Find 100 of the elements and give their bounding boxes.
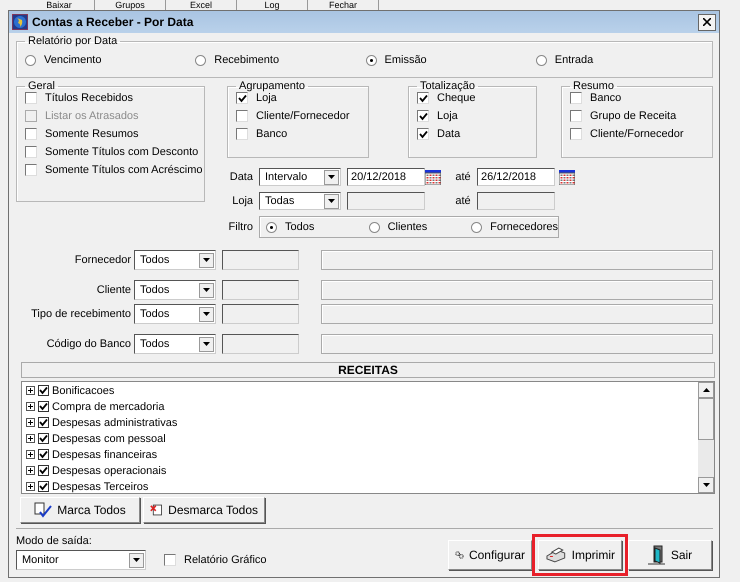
- radio-label: Vencimento: [44, 54, 102, 66]
- output-mode-dropdown[interactable]: Monitor: [16, 550, 146, 570]
- expand-icon[interactable]: [26, 386, 35, 395]
- field-label: Filtro: [228, 221, 254, 233]
- field-label: até: [454, 171, 472, 183]
- checklist-icon: [34, 502, 52, 518]
- checkbox[interactable]: [25, 146, 37, 158]
- tree-item-label[interactable]: Despesas financeiras: [52, 448, 158, 460]
- tree-item-label[interactable]: Despesas operacionais: [52, 464, 166, 476]
- globe-icon: [12, 14, 28, 30]
- checkbox[interactable]: [38, 417, 49, 428]
- action-button[interactable]: Sair: [628, 540, 712, 570]
- checkbox-label: Cheque: [437, 92, 476, 104]
- checkbox-label: Grupo de Receita: [590, 110, 676, 122]
- input-field[interactable]: [347, 192, 425, 210]
- group-title: Resumo: [572, 80, 615, 92]
- field-label: até: [454, 195, 472, 207]
- checkbox-label: Data: [437, 128, 460, 140]
- radio-button[interactable]: [471, 222, 482, 232]
- close-icon[interactable]: [703, 18, 711, 26]
- expand-icon[interactable]: [26, 482, 35, 491]
- scrollbar[interactable]: [698, 382, 714, 493]
- code-field[interactable]: [222, 304, 299, 324]
- checkbox[interactable]: [25, 164, 37, 176]
- filter-dropdown[interactable]: Todos: [134, 304, 216, 324]
- action-button[interactable]: Configurar: [448, 540, 532, 570]
- checkbox[interactable]: [25, 128, 37, 140]
- checkbox[interactable]: [38, 465, 49, 476]
- checkbox[interactable]: [38, 433, 49, 444]
- radio-button[interactable]: [266, 222, 277, 232]
- checkbox-label: Somente Títulos com Desconto: [45, 146, 198, 158]
- input-field[interactable]: [477, 192, 555, 210]
- date-mode-dropdown[interactable]: Intervalo: [259, 168, 341, 186]
- checkbox[interactable]: [38, 401, 49, 412]
- expand-icon[interactable]: [26, 466, 35, 475]
- radio-label: Fornecedores: [490, 221, 558, 233]
- unmark-all-button[interactable]: Desmarca Todos: [143, 497, 265, 523]
- checkbox[interactable]: [417, 92, 429, 104]
- code-field[interactable]: [222, 334, 299, 354]
- tree-item-label[interactable]: Compra de mercadoria: [52, 400, 164, 412]
- radio-button[interactable]: [25, 54, 36, 66]
- checkbox-label: Banco: [256, 128, 288, 140]
- filter-dropdown[interactable]: Todos: [134, 280, 216, 300]
- date-input[interactable]: 26/12/2018: [477, 168, 555, 186]
- radio-label: Clientes: [388, 221, 428, 233]
- mark-all-button[interactable]: Marca Todos: [20, 497, 140, 523]
- tree-item-label[interactable]: Despesas com pessoal: [52, 432, 166, 444]
- store-dropdown[interactable]: Todas: [259, 192, 341, 210]
- checkbox-label: Relatório Gráfico: [184, 554, 267, 566]
- code-field[interactable]: [222, 280, 299, 300]
- group-title: Totalização: [419, 80, 476, 92]
- expand-icon[interactable]: [26, 434, 35, 443]
- checkbox[interactable]: [38, 385, 49, 396]
- checkbox-label: Loja: [256, 92, 277, 104]
- radio-label: Recebimento: [214, 54, 280, 66]
- checkbox[interactable]: [570, 128, 582, 140]
- field-label: Cliente: [96, 284, 132, 296]
- radio-label: Entrada: [554, 54, 594, 66]
- expand-icon[interactable]: [26, 402, 35, 411]
- checkbox[interactable]: [236, 92, 248, 104]
- expand-icon[interactable]: [26, 418, 35, 427]
- checkbox-label: Listar os Atrasados: [45, 110, 139, 122]
- checkbox[interactable]: [236, 110, 248, 122]
- checkbox[interactable]: [570, 92, 582, 104]
- radio-button[interactable]: [368, 222, 380, 232]
- calendar-icon[interactable]: [559, 170, 575, 184]
- checkbox[interactable]: [417, 128, 429, 140]
- checkbox[interactable]: [236, 128, 248, 140]
- radio-button[interactable]: [366, 54, 376, 66]
- radio-label: Todos: [285, 221, 314, 233]
- checkbox[interactable]: [164, 554, 176, 566]
- close-button[interactable]: [698, 14, 716, 30]
- checkbox-label: Banco: [590, 92, 622, 104]
- checkbox-label: Somente Títulos com Acréscimo: [45, 164, 203, 176]
- checkbox[interactable]: [38, 481, 49, 492]
- tree-item-label[interactable]: Bonificacoes: [52, 384, 114, 396]
- filter-dropdown[interactable]: Todos: [134, 334, 216, 354]
- radio-button[interactable]: [195, 54, 206, 66]
- code-field[interactable]: [222, 250, 299, 270]
- window-title: Contas a Receber - Por Data: [32, 15, 194, 29]
- checkbox[interactable]: [38, 449, 49, 460]
- scroll-down-icon[interactable]: [702, 483, 710, 487]
- field-label: Tipo de recebimento: [30, 308, 132, 320]
- field-label: Fornecedor: [74, 254, 132, 266]
- group-title: Geral: [27, 80, 56, 92]
- tree-item-label[interactable]: Despesas administrativas: [52, 416, 178, 428]
- calendar-icon[interactable]: [425, 170, 441, 184]
- checkbox[interactable]: [570, 110, 582, 122]
- expand-icon[interactable]: [26, 450, 35, 459]
- tree-item-label[interactable]: Despesas Terceiros: [52, 480, 148, 492]
- printer-icon: [545, 547, 567, 563]
- checkbox-label: Títulos Recebidos: [45, 92, 134, 104]
- door-icon: [648, 545, 666, 565]
- scroll-up-icon[interactable]: [702, 388, 710, 392]
- checkbox[interactable]: [25, 92, 37, 104]
- radio-button[interactable]: [536, 54, 547, 66]
- radio-label: Emissão: [384, 54, 427, 66]
- filter-dropdown[interactable]: Todos: [134, 250, 216, 270]
- group-title: Agrupamento: [238, 80, 306, 92]
- checkbox[interactable]: [417, 110, 429, 122]
